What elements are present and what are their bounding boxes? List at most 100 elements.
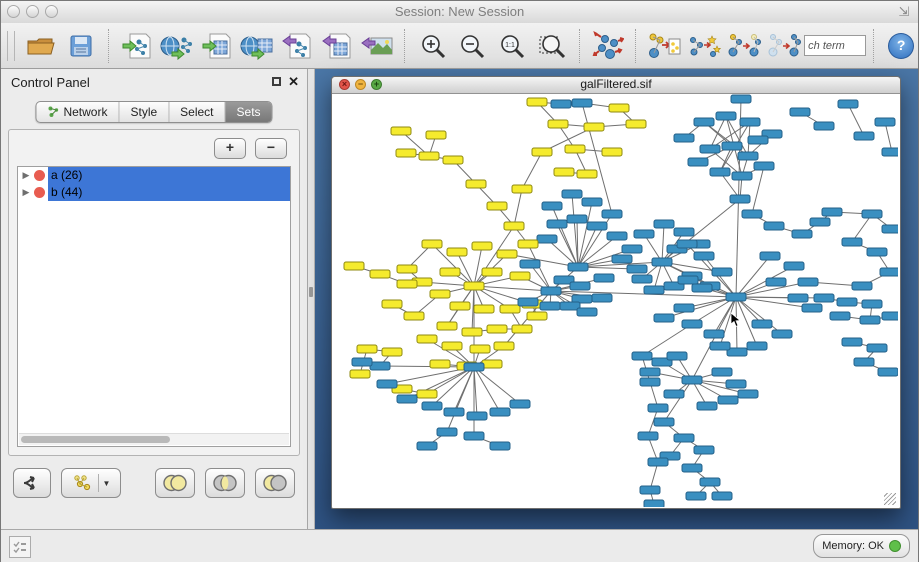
set-intersection-button[interactable]: [205, 468, 245, 498]
layout-icon: [592, 31, 624, 61]
import-network-url-button[interactable]: [157, 27, 197, 65]
export-image-button[interactable]: [357, 27, 397, 65]
zoom-in-icon: [420, 33, 446, 59]
set-color-dot-icon: [34, 187, 45, 198]
sets-action-bar: ▼: [13, 467, 295, 499]
network-tab-icon: [47, 106, 59, 118]
venn-difference-icon: [261, 474, 289, 492]
disclosure-triangle-icon[interactable]: ▶: [18, 170, 34, 181]
toolbar-separator: [404, 29, 406, 63]
splitter-grip[interactable]: [309, 287, 313, 297]
set-difference-button[interactable]: [255, 468, 295, 498]
yellow-network-icon: [72, 474, 94, 492]
tab-style-label: Style: [130, 105, 157, 119]
create-set-from-network-dropdown[interactable]: ▼: [61, 468, 121, 498]
import-table-file-icon: [202, 32, 232, 60]
tab-select[interactable]: Select: [169, 102, 225, 122]
fullscreen-arrows-icon[interactable]: ⇲: [896, 4, 912, 20]
tab-style[interactable]: Style: [119, 102, 169, 122]
copy-network-to-file-button[interactable]: [644, 27, 684, 65]
control-panel-header: Control Panel ✕: [1, 69, 307, 97]
export-network-button[interactable]: [277, 27, 317, 65]
set-union-button[interactable]: [155, 468, 195, 498]
maximize-view-button[interactable]: +: [371, 79, 382, 90]
zoom-fit-selection-button[interactable]: [532, 27, 572, 65]
tab-sets-label: Sets: [237, 105, 261, 119]
set-label[interactable]: a (26): [48, 167, 290, 184]
export-image-icon: [361, 32, 393, 60]
remove-set-button[interactable]: −: [255, 138, 287, 159]
apply-layout-button[interactable]: [588, 27, 628, 65]
select-first-neighbors-button[interactable]: [724, 27, 764, 65]
scrollbar-thumb[interactable]: [21, 436, 170, 443]
zoom-fit-icon: [538, 33, 566, 59]
tab-sets[interactable]: Sets: [226, 102, 272, 122]
sets-list: ▶ a (26) ▶ b (44): [17, 166, 291, 447]
split-arrows-icon: [22, 474, 42, 492]
toolbar-separator: [635, 29, 637, 63]
export-table-icon: [322, 32, 352, 60]
sets-panel: + − ▶ a (26) ▶ b (44): [8, 129, 300, 456]
network-graph: [332, 94, 898, 507]
import-table-globe-icon: [240, 32, 274, 60]
close-view-button[interactable]: ×: [339, 79, 350, 90]
button-divider: [98, 474, 99, 492]
network-view-window[interactable]: × − + galFiltered.sif: [331, 76, 901, 509]
network-canvas[interactable]: [332, 94, 898, 507]
statusbar: Memory: OK: [1, 529, 918, 562]
import-table-file-button[interactable]: [197, 27, 237, 65]
venn-union-icon: [161, 474, 189, 492]
zoom-out-button[interactable]: [453, 27, 493, 65]
network-window-title: galFiltered.sif: [332, 77, 900, 92]
save-session-button[interactable]: [61, 27, 101, 65]
control-panel: Control Panel ✕ Network Style Se: [1, 69, 308, 529]
tab-select-label: Select: [180, 105, 213, 119]
fade-selection-icon: [767, 32, 801, 60]
window-title: Session: New Session: [1, 4, 918, 19]
venn-intersection-icon: [211, 474, 239, 492]
task-monitor-icon[interactable]: [9, 536, 31, 558]
import-network-file-button[interactable]: [117, 27, 157, 65]
panel-splitter[interactable]: [308, 69, 315, 529]
memory-ok-indicator: [889, 540, 901, 552]
zoom-in-button[interactable]: [413, 27, 453, 65]
import-table-url-button[interactable]: [237, 27, 277, 65]
set-color-dot-icon: [34, 170, 45, 181]
hide-selected-button[interactable]: [764, 27, 804, 65]
window-resize-grip[interactable]: [884, 493, 896, 505]
horizontal-scrollbar[interactable]: [19, 433, 289, 445]
chevron-down-icon: ▼: [103, 479, 111, 488]
import-network-file-icon: [122, 32, 152, 60]
zoom-one-to-one-icon: 1:1: [499, 33, 525, 59]
set-row-a[interactable]: ▶ a (26): [18, 167, 290, 184]
select-marked-nodes-button[interactable]: [684, 27, 724, 65]
import-network-globe-icon: [160, 32, 194, 60]
tab-network[interactable]: Network: [36, 102, 119, 122]
set-label[interactable]: b (44): [48, 184, 290, 201]
close-panel-button[interactable]: ✕: [288, 74, 299, 90]
float-panel-button[interactable]: [272, 77, 281, 86]
disclosure-triangle-icon[interactable]: ▶: [18, 187, 34, 198]
application-window: Session: New Session ⇲: [0, 0, 919, 562]
add-set-button[interactable]: +: [214, 138, 246, 159]
toolbar-drag-handle[interactable]: [7, 31, 15, 61]
memory-status-label: Memory: OK: [822, 540, 884, 552]
window-titlebar: Session: New Session ⇲: [1, 1, 918, 24]
split-set-button[interactable]: [13, 468, 51, 498]
set-row-b[interactable]: ▶ b (44): [18, 184, 290, 201]
export-table-button[interactable]: [317, 27, 357, 65]
control-panel-title: Control Panel: [11, 75, 90, 90]
zoom-out-icon: [459, 33, 485, 59]
network-window-titlebar[interactable]: × − + galFiltered.sif: [332, 77, 900, 94]
svg-text:1:1: 1:1: [506, 42, 516, 49]
minimize-view-button[interactable]: −: [355, 79, 366, 90]
zoom-actual-size-button[interactable]: 1:1: [492, 27, 532, 65]
network-desktop: × − + galFiltered.sif: [315, 69, 918, 529]
save-floppy-icon: [69, 34, 93, 58]
memory-status-button[interactable]: Memory: OK: [813, 534, 910, 558]
network-stars-icon: [687, 32, 721, 60]
tab-network-label: Network: [63, 105, 107, 119]
open-session-button[interactable]: [21, 27, 61, 65]
search-input[interactable]: [804, 35, 866, 56]
help-button[interactable]: ?: [888, 33, 914, 59]
